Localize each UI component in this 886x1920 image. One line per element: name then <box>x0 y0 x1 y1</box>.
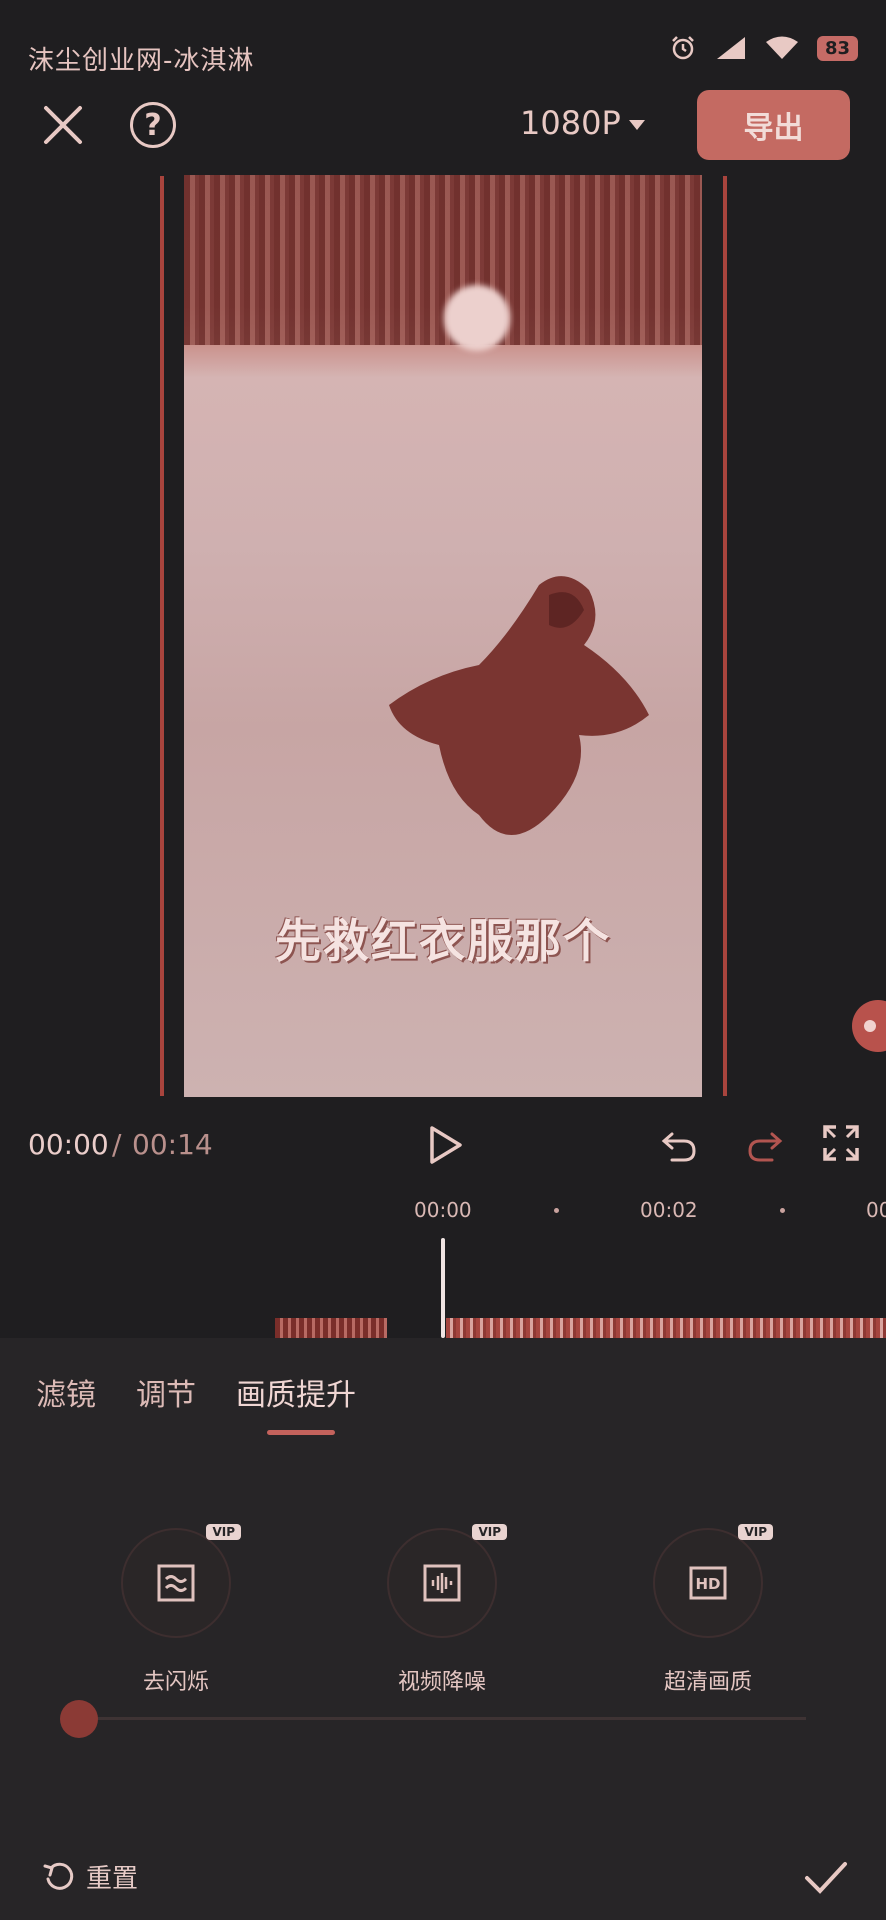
feature-deflicker[interactable]: VIP 去闪烁 <box>121 1524 241 1696</box>
tab-filter[interactable]: 滤镜 <box>36 1370 96 1414</box>
preview-frame-right <box>723 176 727 1096</box>
vip-badge: VIP <box>738 1524 773 1540</box>
deflicker-icon <box>157 1564 195 1602</box>
preview-frame-left <box>160 176 164 1096</box>
timeline-marker-1: 00:02 <box>640 1198 698 1222</box>
video-preview[interactable]: 先救红衣服那个 <box>184 175 702 1097</box>
preview-swimmer <box>389 576 649 835</box>
intensity-slider-track[interactable] <box>80 1717 806 1720</box>
confirm-check-icon[interactable] <box>804 1860 848 1896</box>
total-time: 00:14 <box>132 1128 213 1161</box>
vip-badge: VIP <box>472 1524 507 1540</box>
reset-label: 重置 <box>86 1864 139 1894</box>
side-drawer-handle[interactable] <box>852 1000 886 1052</box>
reset-button[interactable]: 重置 <box>42 1858 138 1895</box>
vip-badge: VIP <box>206 1524 241 1540</box>
resolution-value: 1080P <box>520 104 621 142</box>
redo-icon[interactable] <box>744 1124 784 1164</box>
resolution-dropdown[interactable]: 1080P <box>520 104 645 142</box>
current-time: 00:00 <box>28 1128 109 1161</box>
caret-down-icon <box>628 120 645 130</box>
close-icon[interactable] <box>38 100 88 150</box>
fullscreen-icon[interactable] <box>822 1124 860 1162</box>
preview-sun <box>444 285 510 351</box>
wifi-icon <box>765 36 798 59</box>
timeline-dot <box>780 1208 785 1213</box>
feature-noise-reduction[interactable]: VIP 视频降噪 <box>387 1524 507 1696</box>
feature-hd-quality[interactable]: HD VIP 超清画质 <box>653 1524 773 1696</box>
undo-icon[interactable] <box>660 1124 700 1164</box>
hd-icon: HD <box>689 1566 727 1600</box>
battery-indicator: 83 <box>816 35 858 61</box>
play-icon[interactable] <box>426 1124 466 1166</box>
timeline-clip-main[interactable] <box>446 1318 886 1338</box>
alarm-icon <box>672 36 694 60</box>
time-separator: / <box>112 1128 122 1161</box>
reset-icon <box>43 1862 74 1890</box>
feature-label: 视频降噪 <box>397 1670 486 1695</box>
active-tab-indicator <box>267 1430 335 1435</box>
tab-adjust[interactable]: 调节 <box>136 1370 196 1414</box>
intensity-slider-knob[interactable] <box>60 1700 98 1738</box>
timeline-playhead[interactable] <box>441 1238 445 1338</box>
noise-reduction-icon <box>423 1564 461 1602</box>
timeline-marker-0: 00:00 <box>414 1198 472 1222</box>
status-icons: 83 <box>669 34 858 62</box>
timeline-marker-2: 00 <box>866 1198 886 1222</box>
video-caption: 先救红衣服那个 <box>275 914 611 968</box>
preview-reeds <box>184 175 702 345</box>
svg-text:HD: HD <box>695 1575 720 1593</box>
export-button[interactable]: 导出 <box>697 90 850 160</box>
feature-label: 超清画质 <box>663 1670 752 1695</box>
tab-quality-enhance[interactable]: 画质提升 <box>236 1370 356 1414</box>
status-bar-text: 沫尘创业网-冰淇淋 <box>28 46 255 76</box>
feature-label: 去闪烁 <box>142 1670 209 1695</box>
timeline-dot <box>554 1208 559 1213</box>
timeline-clip-previous[interactable] <box>275 1318 387 1338</box>
signal-icon <box>716 37 745 59</box>
help-icon[interactable]: ? <box>130 102 176 148</box>
